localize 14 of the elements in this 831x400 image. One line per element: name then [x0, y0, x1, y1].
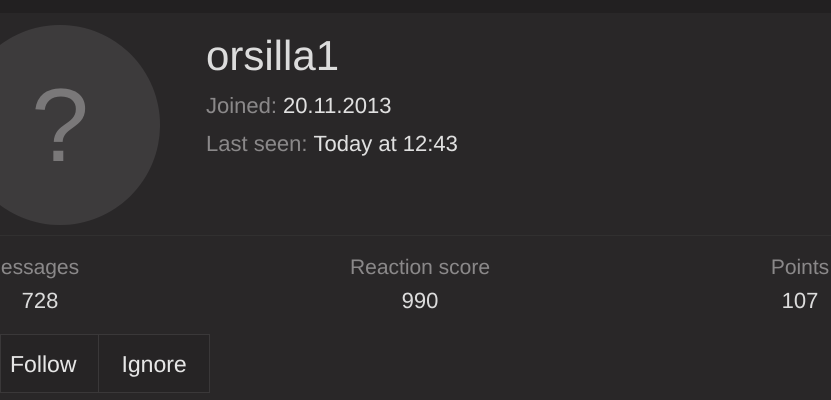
stat-value[interactable]: 990 [402, 288, 438, 314]
stat-value[interactable]: 728 [22, 288, 58, 314]
stat-value[interactable]: 107 [782, 288, 818, 314]
username[interactable]: orsilla1 [206, 35, 458, 77]
last-seen-label: Last seen: [206, 131, 308, 156]
avatar: ? [0, 25, 160, 225]
action-button[interactable]: Ignore [99, 334, 210, 394]
joined-label: Joined: [206, 93, 277, 118]
stat-label: Points [770, 255, 830, 280]
last-seen-time: Today at 12:43 [314, 131, 458, 156]
stat-label: essages [0, 255, 80, 280]
stat-label: Reaction score [350, 255, 490, 280]
joined-date: 20.11.2013 [282, 93, 392, 118]
action-button[interactable]: Follow [0, 334, 100, 394]
